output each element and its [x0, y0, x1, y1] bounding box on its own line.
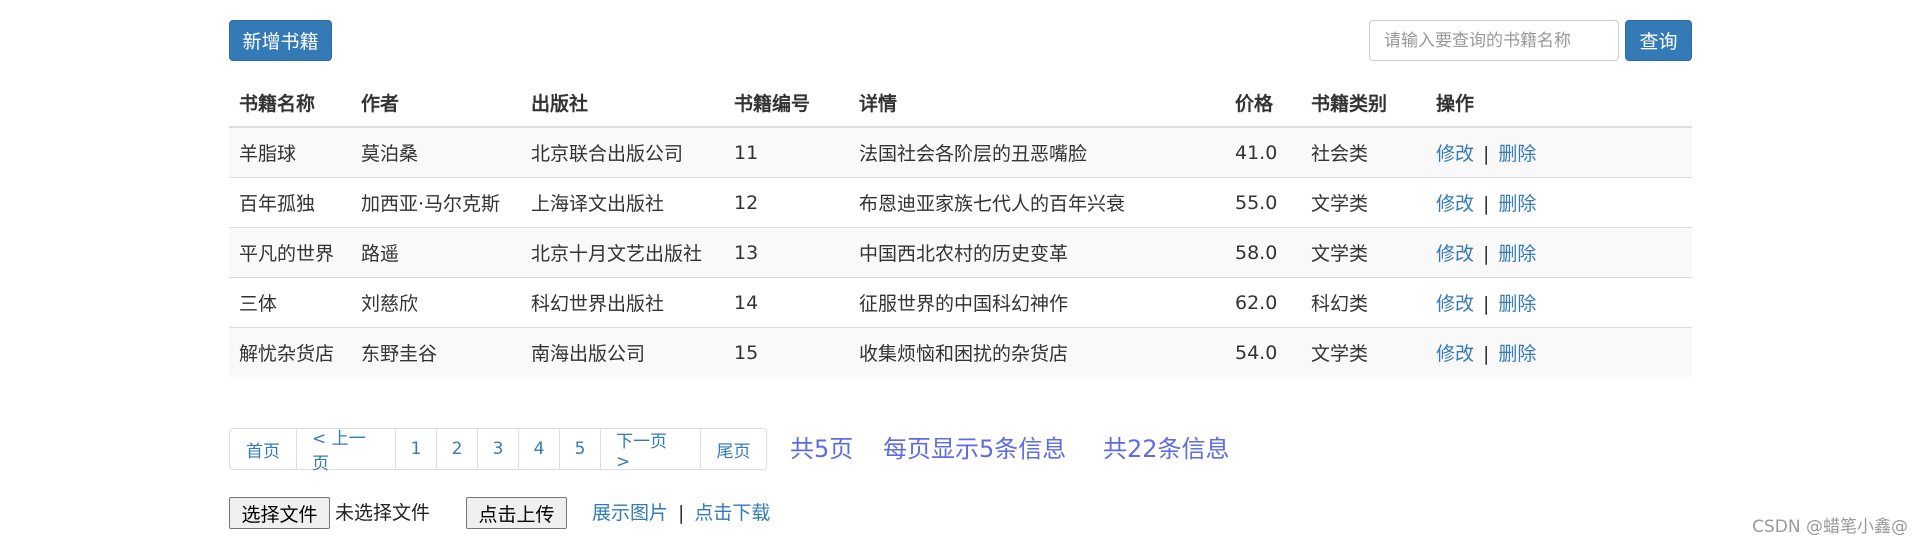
page-number-link[interactable]: 4 [518, 429, 559, 469]
delete-link[interactable]: 删除 [1498, 193, 1536, 215]
header-author: 作者 [351, 79, 521, 128]
cell-author: 路遥 [351, 227, 521, 278]
cell-category: 文学类 [1301, 227, 1426, 278]
cell-detail: 中国西北农村的历史变革 [849, 227, 1225, 278]
watermark-text: CSDN @蜡笔小鑫@ [1752, 517, 1908, 537]
cell-detail: 收集烦恼和困扰的杂货店 [849, 327, 1225, 377]
cell-category: 文学类 [1301, 327, 1426, 377]
table-row: 百年孤独 加西亚·马尔克斯 上海译文出版社 12 布恩迪亚家族七代人的百年兴衰 … [229, 177, 1692, 228]
cell-actions: 修改 | 删除 [1426, 126, 1692, 178]
edit-link[interactable]: 修改 [1436, 193, 1474, 215]
cell-author: 刘慈欣 [351, 277, 521, 328]
table-row: 平凡的世界 路遥 北京十月文艺出版社 13 中国西北农村的历史变革 58.0 文… [229, 227, 1692, 278]
pagination: 首页 < 上一页 1 2 3 4 5 下一页 > 尾页 [229, 428, 767, 474]
cell-actions: 修改 | 删除 [1426, 177, 1692, 228]
links-separator: | [678, 502, 685, 524]
cell-price: 62.0 [1225, 277, 1301, 328]
page-number-link[interactable]: 5 [559, 429, 600, 469]
cell-category: 科幻类 [1301, 277, 1426, 328]
total-items-text: 共22条信息 [1103, 435, 1230, 463]
edit-link[interactable]: 修改 [1436, 293, 1474, 315]
table-row: 羊脂球 莫泊桑 北京联合出版公司 11 法国社会各阶层的丑恶嘴脸 41.0 社会… [229, 126, 1692, 178]
delete-link[interactable]: 删除 [1498, 293, 1536, 315]
cell-author: 加西亚·马尔克斯 [351, 177, 521, 228]
cell-book-name: 羊脂球 [229, 126, 351, 178]
total-pages-text: 共5页 [790, 435, 854, 463]
page-number-link[interactable]: 1 [395, 429, 436, 469]
header-detail: 详情 [849, 79, 1225, 128]
choose-file-button[interactable]: 选择文件 [229, 497, 330, 529]
cell-detail: 布恩迪亚家族七代人的百年兴衰 [849, 177, 1225, 228]
cell-publisher: 上海译文出版社 [521, 177, 724, 228]
edit-link[interactable]: 修改 [1436, 343, 1474, 365]
cell-book-id: 15 [724, 327, 849, 377]
cell-detail: 征服世界的中国科幻神作 [849, 277, 1225, 328]
page-number-link[interactable]: 2 [436, 429, 477, 469]
book-management-page: 新增书籍 查询 书籍名称 作者 出版社 书籍编号 详情 价格 书籍类别 操作 [0, 0, 1920, 543]
add-book-button[interactable]: 新增书籍 [229, 20, 332, 61]
header-price: 价格 [1225, 79, 1301, 128]
table-row: 解忧杂货店 东野圭谷 南海出版公司 15 收集烦恼和困扰的杂货店 54.0 文学… [229, 327, 1692, 377]
cell-category: 文学类 [1301, 177, 1426, 228]
header-book-id: 书籍编号 [724, 79, 849, 128]
header-actions: 操作 [1426, 79, 1692, 128]
page-last-link[interactable]: 尾页 [700, 429, 766, 469]
table-header-row: 书籍名称 作者 出版社 书籍编号 详情 价格 书籍类别 操作 [229, 79, 1692, 128]
cell-book-id: 14 [724, 277, 849, 328]
cell-book-name: 平凡的世界 [229, 227, 351, 278]
cell-category: 社会类 [1301, 126, 1426, 178]
page-first-link[interactable]: 首页 [230, 429, 296, 469]
download-link[interactable]: 点击下载 [694, 502, 770, 524]
edit-link[interactable]: 修改 [1436, 243, 1474, 265]
cell-book-name: 解忧杂货店 [229, 327, 351, 377]
per-page-text: 每页显示5条信息 [883, 435, 1067, 463]
cell-book-id: 12 [724, 177, 849, 228]
actions-separator: | [1483, 343, 1490, 365]
page-number-link[interactable]: 3 [477, 429, 518, 469]
actions-separator: | [1483, 293, 1490, 315]
delete-link[interactable]: 删除 [1498, 343, 1536, 365]
books-table: 书籍名称 作者 出版社 书籍编号 详情 价格 书籍类别 操作 羊脂球 莫泊桑 北… [229, 79, 1692, 377]
cell-publisher: 北京联合出版公司 [521, 126, 724, 178]
cell-detail: 法国社会各阶层的丑恶嘴脸 [849, 126, 1225, 178]
cell-publisher: 北京十月文艺出版社 [521, 227, 724, 278]
page-next-link[interactable]: 下一页 > [600, 429, 700, 472]
header-category: 书籍类别 [1301, 79, 1426, 128]
image-download-links: 展示图片 | 点击下载 [592, 497, 770, 529]
cell-book-name: 三体 [229, 277, 351, 328]
cell-book-id: 13 [724, 227, 849, 278]
cell-actions: 修改 | 删除 [1426, 227, 1692, 278]
page-prev-link[interactable]: < 上一页 [296, 429, 395, 474]
actions-separator: | [1483, 193, 1490, 215]
delete-link[interactable]: 删除 [1498, 243, 1536, 265]
search-input[interactable] [1369, 20, 1619, 61]
cell-publisher: 南海出版公司 [521, 327, 724, 377]
header-publisher: 出版社 [521, 79, 724, 128]
cell-actions: 修改 | 删除 [1426, 277, 1692, 328]
header-book-name: 书籍名称 [229, 79, 351, 128]
actions-separator: | [1483, 243, 1490, 265]
edit-link[interactable]: 修改 [1436, 143, 1474, 165]
upload-button[interactable]: 点击上传 [466, 497, 567, 529]
cell-price: 55.0 [1225, 177, 1301, 228]
cell-author: 东野圭谷 [351, 327, 521, 377]
delete-link[interactable]: 删除 [1498, 143, 1536, 165]
file-status-text: 未选择文件 [335, 502, 431, 524]
search-button[interactable]: 查询 [1625, 20, 1692, 61]
cell-author: 莫泊桑 [351, 126, 521, 178]
show-image-link[interactable]: 展示图片 [592, 502, 668, 524]
cell-book-id: 11 [724, 126, 849, 178]
cell-publisher: 科幻世界出版社 [521, 277, 724, 328]
table-row: 三体 刘慈欣 科幻世界出版社 14 征服世界的中国科幻神作 62.0 科幻类 修… [229, 277, 1692, 328]
cell-book-name: 百年孤独 [229, 177, 351, 228]
cell-price: 54.0 [1225, 327, 1301, 377]
cell-actions: 修改 | 删除 [1426, 327, 1692, 377]
cell-price: 41.0 [1225, 126, 1301, 178]
cell-price: 58.0 [1225, 227, 1301, 278]
actions-separator: | [1483, 143, 1490, 165]
